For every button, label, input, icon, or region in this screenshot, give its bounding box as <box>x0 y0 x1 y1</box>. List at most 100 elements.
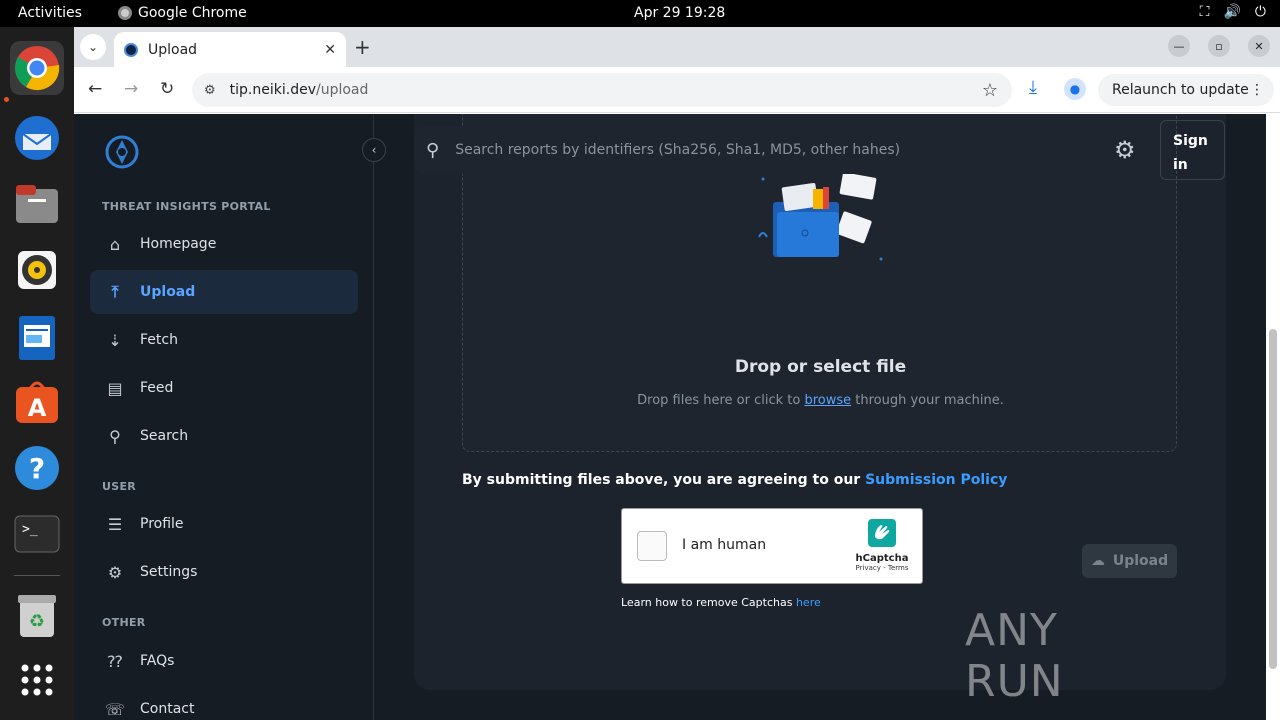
tab-title: Upload <box>148 41 198 58</box>
chevron-down-icon: ⌄ <box>87 40 99 54</box>
dock-rhythmbox[interactable] <box>10 243 64 297</box>
dock-files[interactable] <box>10 177 64 231</box>
sidebar-item-contact[interactable]: ☏ Contact <box>90 687 358 720</box>
back-button[interactable]: ← <box>88 79 102 99</box>
sidebar-item-settings[interactable]: ⚙ Settings <box>90 550 358 594</box>
forward-button[interactable]: → <box>124 79 138 99</box>
running-indicator <box>4 97 9 102</box>
activities-button[interactable]: Activities <box>18 5 82 21</box>
tab-upload[interactable]: Upload ✕ <box>114 32 346 67</box>
sidebar-item-homepage[interactable]: ⌂ Homepage <box>90 222 358 266</box>
anyrun-watermark: ANY RUN <box>965 605 1064 707</box>
dock-terminal[interactable]: >_ <box>10 507 64 561</box>
dropzone-title: Drop or select file <box>734 357 907 377</box>
download-icon[interactable]: ⤓ <box>1029 77 1037 98</box>
os-top-bar: Activities Google Chrome Apr 29 19:28 ⛶ … <box>0 0 1280 27</box>
volume-icon: 🔊 <box>1223 4 1241 20</box>
power-icon: ⏻ <box>1254 4 1266 20</box>
agreement-text: By submitting files above, you are agree… <box>462 472 866 488</box>
profile-icon: ☰ <box>107 514 123 534</box>
dock-trash[interactable]: ♻ <box>10 589 64 643</box>
faq-icon: ⁇ <box>107 651 123 671</box>
dock-chrome[interactable] <box>10 41 64 95</box>
home-icon: ⌂ <box>109 234 121 254</box>
upload-folder-illustration <box>758 172 883 261</box>
thunderbird-icon <box>15 116 59 160</box>
sidebar-item-label: Upload <box>140 284 196 300</box>
sidebar-item-faqs[interactable]: ⁇ FAQs <box>90 639 358 683</box>
minimize-button[interactable]: — <box>1168 35 1190 57</box>
sidebar-item-profile[interactable]: ☰ Profile <box>90 502 358 546</box>
upload-button-label: Upload <box>1112 553 1169 569</box>
sidebar-item-label: Profile <box>140 516 184 532</box>
section-user: USER <box>102 480 137 493</box>
search-bar[interactable]: ⚲ Search reports by identifiers (Sha256,… <box>414 126 1108 174</box>
sidebar-item-search[interactable]: ⚲ Search <box>90 414 358 458</box>
dock-show-apps[interactable] <box>10 653 64 707</box>
address-bar[interactable]: ⚙ tip.neiki.dev/upload ☆ <box>192 73 1012 107</box>
sign-in-button[interactable]: Sign in <box>1160 120 1225 180</box>
sidebar-item-label: Feed <box>140 380 174 396</box>
submission-agreement: By submitting files above, you are agree… <box>462 472 1007 488</box>
relaunch-label: Relaunch to update <box>1112 82 1249 98</box>
dropzone-text-after: through your machine. <box>851 393 1004 408</box>
url-path: /upload <box>315 82 369 98</box>
close-window-button[interactable]: ✕ <box>1248 35 1270 57</box>
system-tray[interactable]: ⛶ 🔊 ⏻ <box>1200 4 1266 20</box>
sidebar-item-fetch[interactable]: ⇣ Fetch <box>90 318 358 362</box>
upload-button[interactable]: ☁ Upload <box>1082 544 1177 578</box>
section-portal: THREAT INSIGHTS PORTAL <box>102 200 271 213</box>
settings-gear-icon[interactable]: ⚙ <box>1114 136 1136 164</box>
tab-search-button[interactable]: ⌄ <box>80 34 106 60</box>
new-tab-button[interactable]: + <box>354 35 371 59</box>
menu-dots-icon[interactable]: ⋮ <box>1250 82 1264 98</box>
upload-icon: ⤒ <box>111 282 119 301</box>
relaunch-button[interactable]: Relaunch to update ⋮ <box>1098 74 1274 106</box>
clock[interactable]: Apr 29 19:28 <box>634 5 725 21</box>
bookmark-star-icon[interactable]: ☆ <box>982 80 998 101</box>
site-info-icon[interactable]: ⚙ <box>204 83 216 98</box>
sidebar-item-label: Homepage <box>140 236 217 252</box>
upload-card: Drop or select file Drop files here or c… <box>414 114 1226 690</box>
learn-here-link[interactable]: here <box>796 596 821 609</box>
captcha-checkbox[interactable] <box>637 531 667 561</box>
sidebar-item-upload[interactable]: ⤒ Upload <box>90 270 358 314</box>
scrollbar-thumb[interactable] <box>1269 329 1277 669</box>
search-input[interactable]: Search reports by identifiers (Sha256, S… <box>455 142 900 158</box>
sidebar-item-label: Fetch <box>140 332 178 348</box>
submission-policy-link[interactable]: Submission Policy <box>865 472 1007 488</box>
reload-button[interactable]: ↻ <box>160 79 174 99</box>
captcha-learn-more: Learn how to remove Captchas here <box>621 596 821 609</box>
captcha-label: I am human <box>682 537 767 553</box>
portal-logo[interactable] <box>104 134 140 170</box>
search-icon: ⚲ <box>109 426 121 446</box>
dock-thunderbird[interactable] <box>10 111 64 165</box>
dock-app-center[interactable]: A <box>10 375 64 429</box>
learn-text: Learn how to remove Captchas <box>621 596 796 609</box>
page-scrollbar[interactable] <box>1266 114 1280 720</box>
app-menu[interactable]: Google Chrome <box>118 5 247 21</box>
sidebar-item-label: Search <box>140 428 189 444</box>
dock-writer[interactable] <box>10 311 64 365</box>
trash-icon: ♻ <box>18 595 56 637</box>
sidebar-item-label: Contact <box>140 701 195 717</box>
help-icon: ? <box>15 446 59 490</box>
svg-text:♻: ♻ <box>29 611 45 632</box>
feed-icon: ▤ <box>107 378 123 398</box>
network-icon: ⛶ <box>1199 4 1210 20</box>
dock-separator <box>14 575 60 576</box>
svg-text:>_: >_ <box>22 522 38 537</box>
sidebar-item-feed[interactable]: ▤ Feed <box>90 366 358 410</box>
hcaptcha-links[interactable]: Privacy - Terms <box>852 564 912 572</box>
close-tab-icon[interactable]: ✕ <box>324 42 336 58</box>
maximize-button[interactable]: ▫ <box>1208 35 1230 57</box>
browse-link[interactable]: browse <box>804 393 851 408</box>
terminal-icon: >_ <box>14 515 60 553</box>
app-name: Google Chrome <box>138 5 247 21</box>
profile-avatar[interactable]: ● <box>1064 78 1086 100</box>
svg-text:A: A <box>28 394 47 422</box>
dock-help[interactable]: ? <box>10 441 64 495</box>
hcaptcha-logo-icon <box>868 519 896 547</box>
sidebar-item-label: FAQs <box>140 653 175 669</box>
contact-icon: ☏ <box>104 699 125 719</box>
